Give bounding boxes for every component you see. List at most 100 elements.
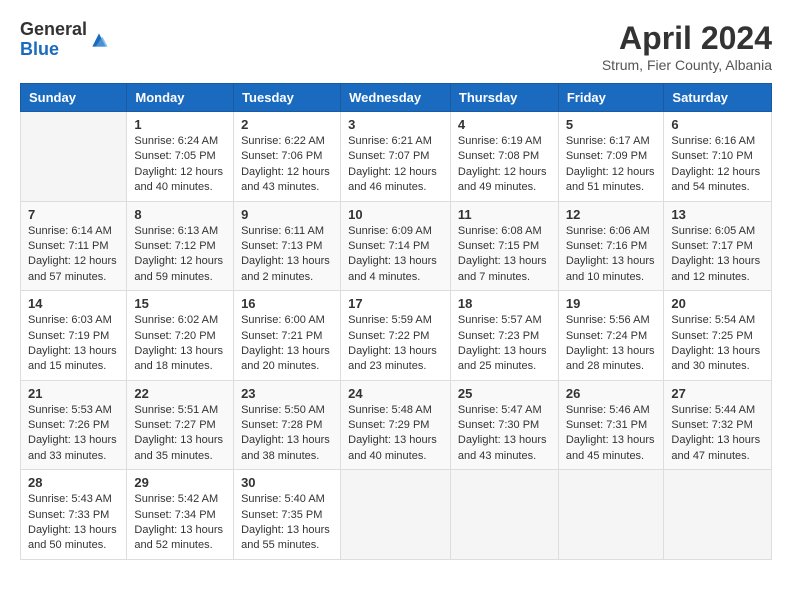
logo-blue: Blue (20, 40, 87, 60)
day-info: Sunrise: 6:19 AM Sunset: 7:08 PM Dayligh… (458, 134, 551, 196)
day-number: 19 (566, 296, 657, 311)
day-info: Sunrise: 6:21 AM Sunset: 7:07 PM Dayligh… (348, 134, 443, 196)
day-number: 15 (134, 296, 226, 311)
day-info: Sunrise: 5:56 AM Sunset: 7:24 PM Dayligh… (566, 313, 657, 375)
calendar-cell: 9Sunrise: 6:11 AM Sunset: 7:13 PM Daylig… (234, 201, 341, 291)
calendar-cell (558, 470, 664, 560)
day-number: 5 (566, 117, 657, 132)
calendar-week-5: 28 Sunrise: 5:43 AM Sunset: 7:33 PM Dayli… (21, 470, 772, 560)
day-number: 7 (28, 207, 119, 222)
calendar-cell: 22 Sunrise: 5:51 AM Sunset: 7:27 PM Dayli… (127, 380, 234, 470)
calendar-cell (450, 470, 558, 560)
logo-general: General (20, 20, 87, 40)
calendar-cell: 19 Sunrise: 5:56 AM Sunset: 7:24 PM Dayli… (558, 291, 664, 381)
calendar-cell: 1 Sunrise: 6:24 AM Sunset: 7:05 PM Daylig… (127, 112, 234, 202)
day-info: Sunrise: 5:57 AM Sunset: 7:23 PM Dayligh… (458, 313, 551, 375)
day-info: Sunrise: 6:17 AM Sunset: 7:09 PM Dayligh… (566, 134, 657, 196)
day-number: 3 (348, 117, 443, 132)
day-info: Sunrise: 6:16 AM Sunset: 7:10 PM Dayligh… (671, 134, 764, 196)
col-sunday: Sunday (21, 84, 127, 112)
day-number: 11 (458, 207, 551, 222)
day-info: Sunrise: 5:40 AM Sunset: 7:35 PM Dayligh… (241, 492, 333, 554)
day-number: 26 (566, 386, 657, 401)
calendar-cell: 10Sunrise: 6:09 AM Sunset: 7:14 PM Dayli… (341, 201, 451, 291)
logo-icon (89, 30, 109, 50)
calendar-week-3: 14Sunrise: 6:03 AM Sunset: 7:19 PM Dayli… (21, 291, 772, 381)
day-number: 29 (134, 475, 226, 490)
calendar-header: Sunday Monday Tuesday Wednesday Thursday… (21, 84, 772, 112)
day-number: 27 (671, 386, 764, 401)
day-info: Sunrise: 5:44 AM Sunset: 7:32 PM Dayligh… (671, 403, 764, 465)
calendar-cell: 27 Sunrise: 5:44 AM Sunset: 7:32 PM Dayli… (664, 380, 772, 470)
col-friday: Friday (558, 84, 664, 112)
day-number: 23 (241, 386, 333, 401)
day-info: Sunrise: 5:50 AM Sunset: 7:28 PM Dayligh… (241, 403, 333, 465)
day-number: 2 (241, 117, 333, 132)
day-number: 17 (348, 296, 443, 311)
day-number: 24 (348, 386, 443, 401)
day-number: 12 (566, 207, 657, 222)
col-thursday: Thursday (450, 84, 558, 112)
page-header: General Blue April 2024 Strum, Fier Coun… (20, 20, 772, 73)
day-number: 4 (458, 117, 551, 132)
calendar-week-2: 7 Sunrise: 6:14 AM Sunset: 7:11 PM Daylig… (21, 201, 772, 291)
day-number: 21 (28, 386, 119, 401)
day-number: 1 (134, 117, 226, 132)
calendar-cell: 25 Sunrise: 5:47 AM Sunset: 7:30 PM Dayli… (450, 380, 558, 470)
day-info: Sunrise: 5:46 AM Sunset: 7:31 PM Dayligh… (566, 403, 657, 465)
day-info: Sunrise: 5:54 AM Sunset: 7:25 PM Dayligh… (671, 313, 764, 375)
day-info: Sunrise: 6:05 AM Sunset: 7:17 PM Dayligh… (671, 224, 764, 286)
day-info: Sunrise: 6:22 AM Sunset: 7:06 PM Dayligh… (241, 134, 333, 196)
calendar-body: 1 Sunrise: 6:24 AM Sunset: 7:05 PM Daylig… (21, 112, 772, 560)
calendar-cell: 30 Sunrise: 5:40 AM Sunset: 7:35 PM Dayli… (234, 470, 341, 560)
col-saturday: Saturday (664, 84, 772, 112)
day-number: 25 (458, 386, 551, 401)
col-wednesday: Wednesday (341, 84, 451, 112)
day-info: Sunrise: 5:47 AM Sunset: 7:30 PM Dayligh… (458, 403, 551, 465)
calendar-cell: 8 Sunrise: 6:13 AM Sunset: 7:12 PM Daylig… (127, 201, 234, 291)
day-number: 8 (134, 207, 226, 222)
title-section: April 2024 Strum, Fier County, Albania (602, 20, 772, 73)
day-info: Sunrise: 5:42 AM Sunset: 7:34 PM Dayligh… (134, 492, 226, 554)
day-info: Sunrise: 6:09 AM Sunset: 7:14 PM Dayligh… (348, 224, 443, 286)
calendar-cell: 23 Sunrise: 5:50 AM Sunset: 7:28 PM Dayli… (234, 380, 341, 470)
day-info: Sunrise: 5:53 AM Sunset: 7:26 PM Dayligh… (28, 403, 119, 465)
day-number: 16 (241, 296, 333, 311)
day-number: 18 (458, 296, 551, 311)
subtitle: Strum, Fier County, Albania (602, 57, 772, 73)
calendar-cell: 14Sunrise: 6:03 AM Sunset: 7:19 PM Dayli… (21, 291, 127, 381)
day-info: Sunrise: 5:59 AM Sunset: 7:22 PM Dayligh… (348, 313, 443, 375)
day-number: 20 (671, 296, 764, 311)
calendar-cell: 4 Sunrise: 6:19 AM Sunset: 7:08 PM Daylig… (450, 112, 558, 202)
calendar-cell: 5 Sunrise: 6:17 AM Sunset: 7:09 PM Daylig… (558, 112, 664, 202)
day-info: Sunrise: 5:48 AM Sunset: 7:29 PM Dayligh… (348, 403, 443, 465)
calendar-cell: 21 Sunrise: 5:53 AM Sunset: 7:26 PM Dayli… (21, 380, 127, 470)
calendar-cell: 20 Sunrise: 5:54 AM Sunset: 7:25 PM Dayli… (664, 291, 772, 381)
day-number: 6 (671, 117, 764, 132)
col-tuesday: Tuesday (234, 84, 341, 112)
month-title: April 2024 (602, 20, 772, 57)
day-number: 22 (134, 386, 226, 401)
calendar-cell: 17 Sunrise: 5:59 AM Sunset: 7:22 PM Dayli… (341, 291, 451, 381)
calendar-cell: 24 Sunrise: 5:48 AM Sunset: 7:29 PM Dayli… (341, 380, 451, 470)
day-info: Sunrise: 6:24 AM Sunset: 7:05 PM Dayligh… (134, 134, 226, 196)
calendar-cell: 13Sunrise: 6:05 AM Sunset: 7:17 PM Dayli… (664, 201, 772, 291)
calendar-cell: 2 Sunrise: 6:22 AM Sunset: 7:06 PM Daylig… (234, 112, 341, 202)
calendar-cell: 15 Sunrise: 6:02 AM Sunset: 7:20 PM Dayli… (127, 291, 234, 381)
calendar-cell (664, 470, 772, 560)
day-number: 28 (28, 475, 119, 490)
day-number: 30 (241, 475, 333, 490)
calendar-cell: 18 Sunrise: 5:57 AM Sunset: 7:23 PM Dayli… (450, 291, 558, 381)
day-info: Sunrise: 6:14 AM Sunset: 7:11 PM Dayligh… (28, 224, 119, 286)
day-info: Sunrise: 5:43 AM Sunset: 7:33 PM Dayligh… (28, 492, 119, 554)
day-info: Sunrise: 5:51 AM Sunset: 7:27 PM Dayligh… (134, 403, 226, 465)
day-info: Sunrise: 6:02 AM Sunset: 7:20 PM Dayligh… (134, 313, 226, 375)
day-info: Sunrise: 6:13 AM Sunset: 7:12 PM Dayligh… (134, 224, 226, 286)
calendar-cell: 29 Sunrise: 5:42 AM Sunset: 7:34 PM Dayli… (127, 470, 234, 560)
day-info: Sunrise: 6:00 AM Sunset: 7:21 PM Dayligh… (241, 313, 333, 375)
calendar-week-4: 21 Sunrise: 5:53 AM Sunset: 7:26 PM Dayli… (21, 380, 772, 470)
logo: General Blue (20, 20, 109, 60)
calendar-cell (341, 470, 451, 560)
calendar-cell: 7 Sunrise: 6:14 AM Sunset: 7:11 PM Daylig… (21, 201, 127, 291)
calendar-cell: 16 Sunrise: 6:00 AM Sunset: 7:21 PM Dayli… (234, 291, 341, 381)
